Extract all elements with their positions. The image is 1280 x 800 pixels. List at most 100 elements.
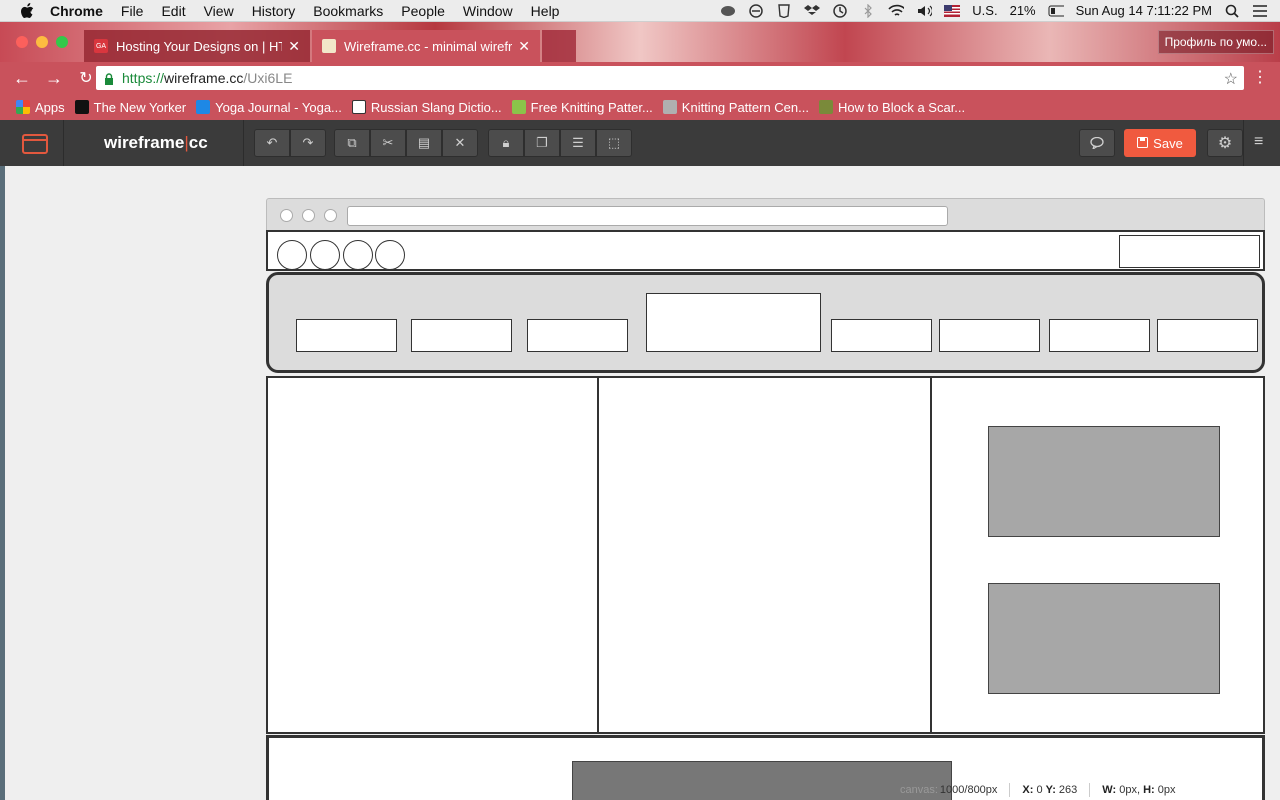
menu-bookmarks[interactable]: Bookmarks bbox=[313, 3, 383, 19]
wf-circle-shape[interactable] bbox=[277, 240, 307, 270]
address-bar[interactable]: https://wireframe.cc/Uxi6LE ☆ bbox=[96, 66, 1244, 90]
wf-column-middle[interactable] bbox=[597, 376, 932, 734]
delete-icon[interactable]: ✕ bbox=[442, 129, 478, 157]
sync-icon[interactable] bbox=[748, 3, 764, 18]
wf-browser-dot bbox=[280, 209, 293, 222]
redo-icon[interactable]: ↷ bbox=[290, 129, 326, 157]
align-icon[interactable]: ☰ bbox=[560, 129, 596, 157]
divider bbox=[1009, 783, 1011, 797]
window-zoom-dot[interactable] bbox=[56, 36, 68, 48]
wf-column-right[interactable] bbox=[930, 376, 1265, 734]
tab-hosting-designs[interactable]: GA Hosting Your Designs on | HTM ✕ bbox=[84, 30, 310, 62]
size-h-label: H: bbox=[1143, 784, 1155, 796]
wf-nav-box[interactable] bbox=[831, 319, 932, 352]
save-button[interactable]: Save bbox=[1124, 129, 1196, 157]
battery-icon[interactable] bbox=[1048, 4, 1064, 18]
menubar-clock[interactable]: Sun Aug 14 7:11:22 PM bbox=[1076, 3, 1212, 18]
html5-icon[interactable] bbox=[776, 3, 792, 18]
wf-nav-box[interactable] bbox=[939, 319, 1040, 352]
layer-order-icon[interactable]: ❐ bbox=[524, 129, 560, 157]
menu-history[interactable]: History bbox=[252, 3, 296, 19]
wf-circle-shape[interactable] bbox=[310, 240, 340, 270]
new-tab-button[interactable] bbox=[542, 30, 576, 62]
wf-nav-box[interactable] bbox=[296, 319, 397, 352]
wf-circle-shape[interactable] bbox=[343, 240, 373, 270]
wf-image-placeholder[interactable] bbox=[988, 583, 1220, 694]
menu-window[interactable]: Window bbox=[463, 3, 513, 19]
wf-browser-frame[interactable] bbox=[266, 198, 1265, 232]
wf-nav-panel[interactable] bbox=[266, 272, 1265, 373]
bookmark-new-yorker[interactable]: The New Yorker bbox=[74, 100, 186, 115]
wf-column-left[interactable] bbox=[266, 376, 599, 734]
bookmark-star-icon[interactable]: ☆ bbox=[1224, 69, 1238, 89]
apple-logo-icon[interactable] bbox=[20, 2, 36, 19]
size-h-value: 0px bbox=[1157, 784, 1176, 796]
bookmark-apps[interactable]: Apps bbox=[16, 100, 65, 115]
app-header: wireframe|cc ↶ ↷ ⧉ ✂ ▤ ✕ 🔒︎ ❐ ☰ ⬚ Save ⚙… bbox=[0, 120, 1280, 166]
bookmark-label: Free Knitting Patter... bbox=[530, 99, 653, 115]
group-select-icon[interactable]: ⬚ bbox=[596, 129, 632, 157]
wf-footer-bar[interactable] bbox=[572, 761, 952, 800]
comment-icon[interactable] bbox=[1079, 129, 1115, 157]
hamburger-menu-icon[interactable]: ≡ bbox=[1254, 133, 1263, 151]
divider bbox=[63, 120, 64, 166]
cloud-drive-icon[interactable] bbox=[720, 4, 736, 18]
menu-help[interactable]: Help bbox=[531, 3, 560, 19]
apps-grid-icon bbox=[16, 100, 30, 114]
menu-view[interactable]: View bbox=[204, 3, 234, 19]
us-flag-icon[interactable] bbox=[944, 4, 961, 18]
forward-arrow-icon[interactable]: → bbox=[40, 64, 68, 92]
wf-nav-box[interactable] bbox=[527, 319, 628, 352]
tab-title: Hosting Your Designs on | HTM bbox=[116, 38, 283, 54]
spotlight-search-icon[interactable] bbox=[1224, 4, 1240, 18]
window-minimize-dot[interactable] bbox=[36, 36, 48, 48]
wf-nav-center-box[interactable] bbox=[646, 293, 821, 352]
project-menu-icon[interactable] bbox=[22, 134, 48, 154]
browser-toolbar: ← → ↻ https://wireframe.cc/Uxi6LE ☆ ⋮ bbox=[0, 62, 1280, 94]
settings-gears-icon[interactable]: ⚙ bbox=[1207, 129, 1243, 157]
tab-wireframe-cc[interactable]: Wireframe.cc - minimal wirefra ✕ bbox=[312, 30, 540, 62]
dropbox-icon[interactable] bbox=[804, 4, 821, 18]
menu-file[interactable]: File bbox=[121, 3, 144, 19]
canvas-size-value[interactable]: 1000/800px bbox=[940, 784, 998, 796]
notification-center-icon[interactable] bbox=[1252, 4, 1268, 18]
window-close-dot[interactable] bbox=[16, 36, 28, 48]
wf-nav-box[interactable] bbox=[1157, 319, 1258, 352]
wf-nav-box[interactable] bbox=[1049, 319, 1150, 352]
wf-circle-shape[interactable] bbox=[375, 240, 405, 270]
menu-app-name[interactable]: Chrome bbox=[50, 3, 103, 19]
bookmark-russian-slang[interactable]: Russian Slang Dictio... bbox=[351, 99, 502, 115]
bluetooth-icon[interactable] bbox=[860, 3, 876, 18]
bookmark-block-scarf[interactable]: How to Block a Scar... bbox=[818, 100, 965, 115]
undo-icon[interactable]: ↶ bbox=[254, 129, 290, 157]
wf-image-placeholder[interactable] bbox=[988, 426, 1220, 537]
tab-close-icon[interactable]: ✕ bbox=[518, 38, 530, 55]
wf-browser-url-bar[interactable] bbox=[347, 206, 948, 226]
lock-element-icon[interactable]: 🔒︎ bbox=[488, 129, 524, 157]
paste-icon[interactable]: ▤ bbox=[406, 129, 442, 157]
bookmark-free-knitting[interactable]: Free Knitting Patter... bbox=[511, 99, 653, 115]
menu-people[interactable]: People bbox=[401, 3, 445, 19]
bookmark-yoga-journal[interactable]: Yoga Journal - Yoga... bbox=[196, 100, 342, 115]
bookmark-knitting-center[interactable]: Knitting Pattern Cen... bbox=[662, 100, 809, 115]
wf-header-box[interactable] bbox=[266, 230, 1265, 271]
volume-icon[interactable] bbox=[916, 4, 933, 18]
profile-button[interactable]: Профиль по умо... bbox=[1157, 30, 1274, 54]
menu-edit[interactable]: Edit bbox=[161, 3, 185, 19]
copy-icon[interactable]: ⧉ bbox=[334, 129, 370, 157]
wf-header-right-box[interactable] bbox=[1119, 235, 1260, 268]
wf-nav-box[interactable] bbox=[411, 319, 512, 352]
time-machine-icon[interactable] bbox=[832, 3, 848, 18]
url-path: /Uxi6LE bbox=[243, 70, 293, 86]
wifi-icon[interactable] bbox=[888, 4, 905, 18]
tab-title: Wireframe.cc - minimal wirefra bbox=[344, 38, 513, 54]
back-arrow-icon[interactable]: ← bbox=[8, 64, 36, 92]
tab-close-icon[interactable]: ✕ bbox=[288, 38, 300, 55]
history-tool-group: ↶ ↷ bbox=[254, 129, 326, 157]
input-source-label[interactable]: U.S. bbox=[972, 3, 997, 18]
chrome-menu-icon[interactable]: ⋮ bbox=[1252, 70, 1268, 86]
cut-icon[interactable]: ✂ bbox=[370, 129, 406, 157]
battery-percent[interactable]: 21% bbox=[1010, 3, 1036, 18]
divider bbox=[243, 120, 244, 166]
bookmark-label: Russian Slang Dictio... bbox=[370, 99, 502, 115]
